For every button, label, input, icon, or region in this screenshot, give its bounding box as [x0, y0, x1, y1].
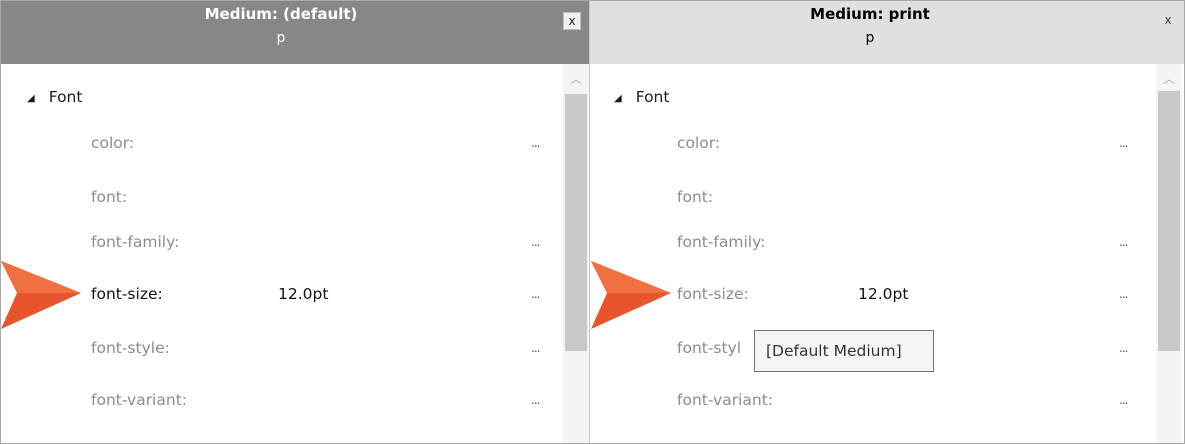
- callout-arrow-icon: [1, 261, 81, 329]
- more-options-button[interactable]: ...: [1119, 287, 1129, 301]
- category-label: Font: [635, 88, 670, 106]
- left-pane-title: Medium: (default): [204, 5, 358, 23]
- property-value[interactable]: 12.0pt: [858, 285, 908, 303]
- font-category[interactable]: ◢ Font: [614, 88, 669, 106]
- property-name: font-styl: [677, 339, 742, 357]
- property-name: font-style:: [91, 339, 170, 357]
- left-vertical-scrollbar[interactable]: ︿: [563, 64, 589, 443]
- right-pane: Medium: print p x ◢ Font color: ... font:…: [590, 1, 1184, 443]
- property-row-font-variant[interactable]: font-variant: ...: [1, 391, 561, 417]
- more-options-button[interactable]: ...: [531, 393, 541, 407]
- more-options-button[interactable]: ...: [531, 287, 541, 301]
- property-row-font-size[interactable]: font-size: 12.0pt ...: [590, 285, 1150, 311]
- property-name: font:: [91, 188, 128, 206]
- more-options-button[interactable]: ...: [531, 235, 541, 249]
- property-name: font-size:: [677, 285, 749, 303]
- chevron-up-icon[interactable]: ︿: [1156, 70, 1182, 87]
- property-name: font-family:: [677, 233, 766, 251]
- category-label: Font: [48, 88, 83, 106]
- property-name: color:: [677, 134, 721, 152]
- more-options-button[interactable]: ...: [531, 136, 541, 150]
- callout-arrow-icon: [591, 261, 671, 329]
- property-name: font-family:: [91, 233, 180, 251]
- property-row-color[interactable]: color: ...: [590, 134, 1150, 160]
- left-pane: Medium: (default) p x ◢ Font color: ... f…: [1, 1, 590, 443]
- more-options-button[interactable]: ...: [1119, 235, 1129, 249]
- property-name: font-size:: [91, 285, 163, 303]
- property-row-font-variant[interactable]: font-variant: ...: [590, 391, 1150, 417]
- properties-comparison-window: Medium: (default) p x ◢ Font color: ... f…: [0, 0, 1185, 444]
- left-pane-close-button[interactable]: x: [563, 12, 581, 30]
- property-name: font:: [677, 188, 714, 206]
- property-row-font[interactable]: font:: [590, 188, 1150, 214]
- right-scrollbar-thumb[interactable]: [1158, 91, 1180, 351]
- property-row-font[interactable]: font:: [1, 188, 561, 214]
- property-row-color[interactable]: color: ...: [1, 134, 561, 160]
- triangle-down-icon[interactable]: ◢: [27, 93, 35, 104]
- more-options-button[interactable]: ...: [1119, 136, 1129, 150]
- right-pane-close-button[interactable]: x: [1159, 12, 1177, 30]
- property-row-font-family[interactable]: font-family: ...: [1, 233, 561, 259]
- triangle-down-icon[interactable]: ◢: [614, 93, 622, 104]
- chevron-up-icon[interactable]: ︿: [563, 70, 589, 87]
- more-options-button[interactable]: ...: [1119, 393, 1129, 407]
- right-pane-selector: p: [865, 30, 875, 46]
- property-row-font-style[interactable]: font-style: ...: [1, 339, 561, 365]
- right-pane-header: Medium: print p x: [590, 1, 1184, 64]
- right-vertical-scrollbar[interactable]: ︿: [1156, 64, 1182, 443]
- right-pane-title: Medium: print: [810, 5, 930, 23]
- property-name: color:: [91, 134, 135, 152]
- left-pane-header: Medium: (default) p x: [1, 1, 589, 64]
- property-value[interactable]: 12.0pt: [278, 285, 328, 303]
- more-options-button[interactable]: ...: [1119, 341, 1129, 355]
- property-name: font-variant:: [677, 391, 773, 409]
- property-name: font-variant:: [91, 391, 187, 409]
- tooltip: [Default Medium]: [754, 330, 934, 372]
- font-category[interactable]: ◢ Font: [27, 88, 82, 106]
- property-row-font-size[interactable]: font-size: 12.0pt ...: [1, 285, 561, 311]
- more-options-button[interactable]: ...: [531, 341, 541, 355]
- left-pane-selector: p: [276, 30, 286, 46]
- left-scrollbar-thumb[interactable]: [565, 94, 587, 351]
- property-row-font-family[interactable]: font-family: ...: [590, 233, 1150, 259]
